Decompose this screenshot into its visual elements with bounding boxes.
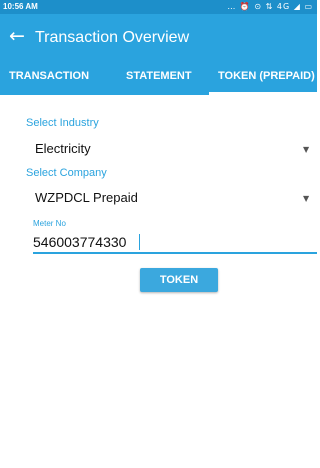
industry-dropdown-icon[interactable]: ▼: [303, 145, 309, 154]
tab-statement[interactable]: STATEMENT: [126, 61, 192, 95]
token-button[interactable]: TOKEN: [140, 268, 218, 292]
page-title: Transaction Overview: [35, 29, 190, 46]
status-icons: … ⏰ ⊙ ⇅ 4G ◢ ▭: [227, 2, 313, 11]
industry-value[interactable]: Electricity: [35, 141, 91, 156]
app-bar: ← Transaction Overview: [0, 14, 317, 61]
back-arrow-icon[interactable]: ←: [9, 24, 25, 48]
tab-token-prepaid[interactable]: TOKEN (PREPAID): [209, 61, 320, 95]
industry-label: Select Industry: [26, 117, 99, 129]
company-value[interactable]: WZPDCL Prepaid: [35, 190, 138, 205]
status-time: 10:56 AM: [3, 2, 38, 11]
tab-transaction[interactable]: TRANSACTION: [9, 61, 89, 95]
company-label: Select Company: [26, 167, 107, 179]
status-bar: 10:56 AM … ⏰ ⊙ ⇅ 4G ◢ ▭: [0, 0, 317, 14]
meter-no-input[interactable]: [33, 232, 317, 254]
text-cursor: [139, 234, 140, 250]
tab-bar: TRANSACTION STATEMENT TOKEN (PREPAID): [0, 61, 320, 95]
company-dropdown-icon[interactable]: ▼: [303, 194, 309, 203]
meter-no-label: Meter No: [33, 219, 66, 228]
